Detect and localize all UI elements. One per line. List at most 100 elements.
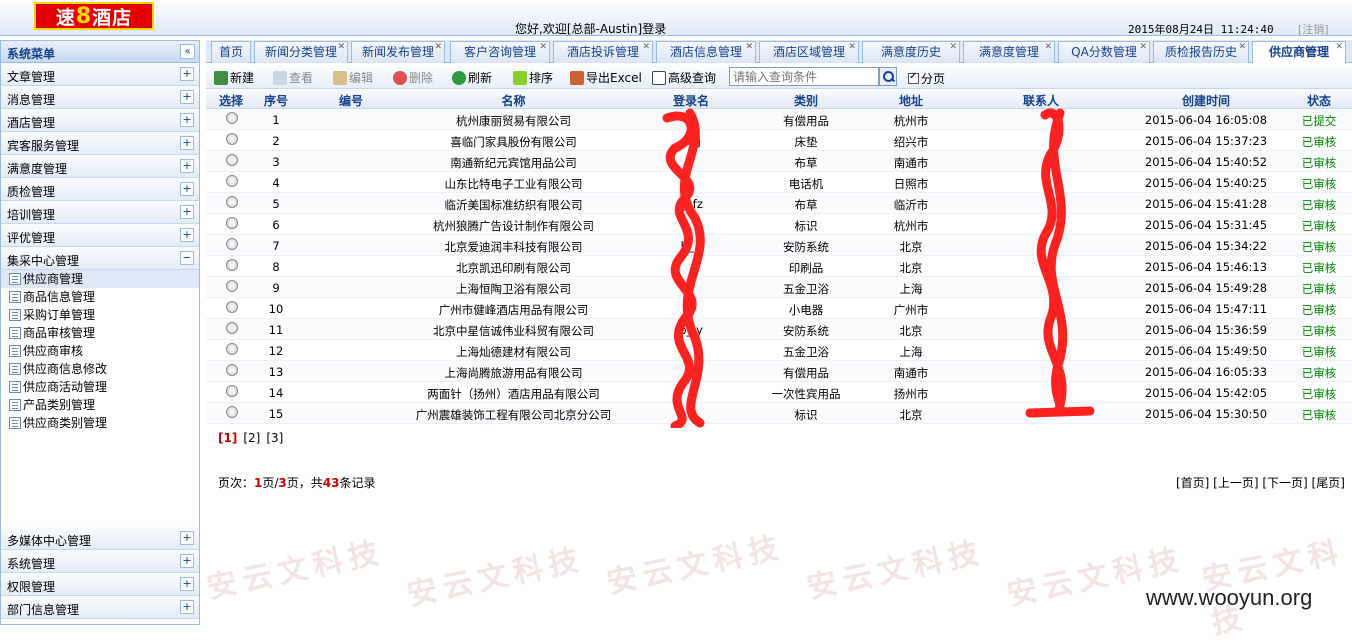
tab[interactable]: 酒店投诉管理 ✕ [553, 41, 653, 63]
edit-button[interactable]: 编辑 [333, 69, 373, 86]
row-select-radio[interactable] [226, 280, 238, 292]
delete-button[interactable]: 删除 [393, 69, 433, 86]
row-select-radio[interactable] [226, 154, 238, 166]
close-icon[interactable]: ✕ [1238, 42, 1246, 52]
sort-button[interactable]: 排序 [513, 69, 553, 86]
menu-group[interactable]: 消息管理 + [1, 86, 199, 109]
tab[interactable]: 满意度管理 ✕ [963, 41, 1055, 63]
tab[interactable]: 客户咨询管理 ✕ [450, 41, 550, 63]
table-row[interactable]: 8 北京凯迅印刷有限公司 印刷品 北京 2015-06-04 15:46:13 已审核 [206, 256, 1352, 277]
table-row[interactable]: 7 北京爱迪润丰科技有限公司 b_ f 安防系统 北京 2015-06-04 15:34:… [206, 235, 1352, 256]
sidebar-sub-item[interactable]: 供应商类别管理 [1, 414, 199, 432]
expand-toggle-icon[interactable]: + [180, 600, 194, 614]
page-number-link[interactable]: [3] [266, 431, 283, 445]
row-select-radio[interactable] [226, 343, 238, 355]
export-excel-button[interactable]: 导出Excel [570, 69, 642, 86]
expand-toggle-icon[interactable]: + [180, 554, 194, 568]
menu-group[interactable]: 培训管理 + [1, 201, 199, 224]
row-select-radio[interactable] [226, 322, 238, 334]
menu-group[interactable]: 质检管理 + [1, 178, 199, 201]
view-button[interactable]: 查看 [273, 69, 313, 86]
expand-toggle-icon[interactable]: + [180, 159, 194, 173]
close-icon[interactable]: ✕ [539, 42, 547, 52]
new-button[interactable]: 新建 [214, 69, 254, 86]
table-row[interactable]: 11 北京中星信诚伟业科贸有限公司 b_ y 安防系统 北京 2015-06-04 15:… [206, 319, 1352, 340]
expand-toggle-icon[interactable]: + [180, 67, 194, 81]
expand-toggle-icon[interactable]: + [180, 577, 194, 591]
tab[interactable]: 满意度历史 ✕ [862, 41, 960, 63]
logout-link[interactable]: [注销] [1298, 21, 1329, 37]
table-row[interactable]: 2 喜临门家具股份有限公司 sx j 床垫 绍兴市 2015-06-04 15:37:23… [206, 130, 1352, 151]
column-header[interactable]: 登录名 [626, 92, 756, 109]
tab[interactable]: 新闻发布管理 ✕ [351, 41, 445, 63]
tab[interactable]: QA分数管理 ✕ [1058, 41, 1150, 63]
tab[interactable]: 供应商管理 ✕ [1252, 41, 1346, 64]
search-icon[interactable] [879, 67, 897, 86]
paging-checkbox[interactable]: 分页 [908, 70, 945, 87]
expand-toggle-icon[interactable]: + [180, 136, 194, 150]
tab[interactable]: 酒店信息管理 ✕ [656, 41, 756, 63]
close-icon[interactable]: ✕ [1139, 42, 1147, 52]
table-row[interactable]: 15 广州震雄装饰工程有限公司北京分公司 标识 北京 2015-06-04 15:30:… [206, 403, 1352, 424]
row-select-radio[interactable] [226, 175, 238, 187]
column-header[interactable]: 地址 [856, 92, 966, 109]
row-select-radio[interactable] [226, 238, 238, 250]
row-select-radio[interactable] [226, 259, 238, 271]
expand-toggle-icon[interactable]: + [180, 228, 194, 242]
close-icon[interactable]: ✕ [1335, 42, 1343, 52]
row-select-radio[interactable] [226, 406, 238, 418]
column-header[interactable]: 选择 [206, 92, 256, 109]
column-header[interactable]: 编号 [301, 92, 401, 109]
menu-group[interactable]: 权限管理 + [1, 573, 199, 596]
tab[interactable]: 首页 [211, 41, 251, 63]
row-select-radio[interactable] [226, 385, 238, 397]
menu-group[interactable]: 酒店管理 + [1, 109, 199, 132]
expand-toggle-icon[interactable]: + [180, 113, 194, 127]
menu-group[interactable]: 集采中心管理 − [1, 247, 199, 270]
column-header[interactable]: 名称 [401, 92, 626, 109]
expand-toggle-icon[interactable]: + [180, 205, 194, 219]
table-row[interactable]: 4 山东比特电子工业有限公司 电话机 日照市 2015-06-04 15:40:25 已审… [206, 172, 1352, 193]
close-icon[interactable]: ✕ [949, 42, 957, 52]
table-row[interactable]: 10 广州市健峰酒店用品有限公司 小电器 广州市 2015-06-04 15:47:11… [206, 298, 1352, 319]
column-header[interactable]: 状态 [1286, 92, 1352, 109]
table-row[interactable]: 3 南通新纪元宾馆用品公司 布草 南通市 2015-06-04 15:40:52 已审核 [206, 151, 1352, 172]
expand-toggle-icon[interactable]: + [180, 90, 194, 104]
search-input[interactable] [729, 67, 879, 86]
page-number-link[interactable]: [1] [218, 431, 237, 445]
row-select-radio[interactable] [226, 196, 238, 208]
sidebar-sub-item[interactable]: 商品信息管理 [1, 288, 199, 306]
row-select-radio[interactable] [226, 301, 238, 313]
table-row[interactable]: 1 杭州康丽贸易有限公司 有偿用品 杭州市 2015-06-04 16:05:08 已提交 [206, 109, 1352, 130]
page-nav-links[interactable]: [首页] [上一页] [下一页] [尾页] [1176, 474, 1345, 491]
sidebar-sub-item[interactable]: 供应商审核 [1, 342, 199, 360]
sidebar-sub-item[interactable]: 供应商信息修改 [1, 360, 199, 378]
row-select-radio[interactable] [226, 133, 238, 145]
tab[interactable]: 新闻分类管理 ✕ [254, 41, 348, 63]
table-row[interactable]: 12 上海灿德建材有限公司 五金卫浴 上海 2015-06-04 15:49:50 已审核 [206, 340, 1352, 361]
table-row[interactable]: 6 杭州狼腾广告设计制作有限公司 标识 杭州市 2015-06-04 15:31:45 已… [206, 214, 1352, 235]
row-select-radio[interactable] [226, 217, 238, 229]
table-row[interactable]: 5 临沂美国标准纺织有限公司 ly fz 布草 临沂市 2015-06-04 15:41:… [206, 193, 1352, 214]
checkbox-icon[interactable] [908, 71, 919, 84]
menu-group[interactable]: 部门信息管理 + [1, 596, 199, 619]
sidebar-sub-item[interactable]: 商品审核管理 [1, 324, 199, 342]
close-icon[interactable]: ✕ [337, 42, 345, 52]
menu-group[interactable]: 系统管理 + [1, 550, 199, 573]
advanced-search-button[interactable]: 高级查询 [652, 69, 716, 86]
column-header[interactable]: 创建时间 [1126, 92, 1286, 109]
close-icon[interactable]: ✕ [434, 42, 442, 52]
close-icon[interactable]: ✕ [642, 42, 650, 52]
close-icon[interactable]: ✕ [1044, 42, 1052, 52]
sidebar-sub-item[interactable]: 采购订单管理 [1, 306, 199, 324]
row-select-radio[interactable] [226, 112, 238, 124]
menu-group[interactable]: 文章管理 + [1, 63, 199, 86]
column-header[interactable]: 序号 [256, 92, 296, 109]
expand-toggle-icon[interactable]: + [180, 182, 194, 196]
close-icon[interactable]: ✕ [848, 42, 856, 52]
expand-toggle-icon[interactable]: + [180, 531, 194, 545]
menu-group[interactable]: 多媒体中心管理 + [1, 527, 199, 550]
column-header[interactable]: 类别 [756, 92, 856, 109]
sidebar-sub-item[interactable]: 供应商管理 [1, 270, 199, 288]
page-number-link[interactable]: [2] [243, 431, 260, 445]
